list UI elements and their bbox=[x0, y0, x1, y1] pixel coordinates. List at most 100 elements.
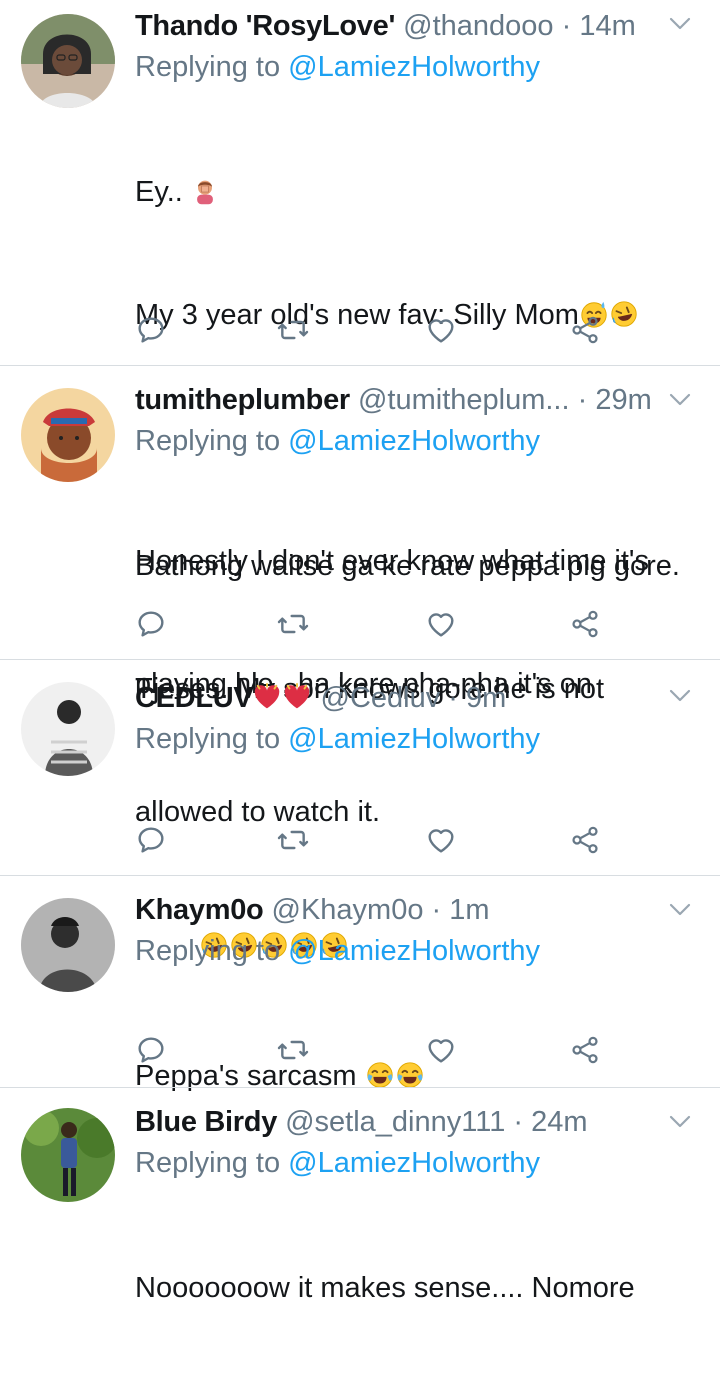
like-icon bbox=[425, 314, 457, 346]
avatar[interactable] bbox=[21, 1108, 115, 1202]
reply-button[interactable] bbox=[135, 1034, 171, 1070]
share-button[interactable] bbox=[569, 608, 605, 644]
retweet-button[interactable] bbox=[277, 608, 313, 644]
tweet-line-text: Ey.. bbox=[135, 176, 183, 208]
tweet[interactable]: tumitheplumber @tumitheplum... · 29m Rep… bbox=[0, 366, 720, 828]
avatar[interactable] bbox=[21, 388, 115, 482]
replying-to: Replying to @LamiezHolworthy bbox=[135, 930, 720, 972]
tweet[interactable]: CEDLUV @Cedluv · 9m Replying to @LamiezH… bbox=[0, 660, 720, 876]
retweet-button[interactable] bbox=[277, 314, 313, 350]
reply-button[interactable] bbox=[135, 314, 171, 350]
replying-label: Replying to bbox=[135, 723, 289, 755]
separator-dot: · bbox=[553, 10, 580, 42]
timestamp[interactable]: 1m bbox=[449, 894, 489, 926]
tweet-line: Nooooooow it makes sense.... Nomore bbox=[135, 1268, 720, 1309]
tweet-header: Thando 'RosyLove' @thandooo · 14m bbox=[135, 6, 655, 46]
display-name[interactable]: Blue Birdy bbox=[135, 1106, 277, 1138]
retweet-icon bbox=[277, 314, 309, 346]
retweet-button[interactable] bbox=[277, 1034, 313, 1070]
chevron-down-icon[interactable] bbox=[668, 1114, 692, 1130]
tweet[interactable]: Thando 'RosyLove' @thandooo · 14m Replyi… bbox=[0, 0, 720, 700]
separator-dot: · bbox=[423, 894, 450, 926]
tweet-actions bbox=[135, 1034, 615, 1070]
display-name[interactable]: Khaym0o bbox=[135, 894, 264, 926]
timestamp[interactable]: 9m bbox=[466, 682, 506, 714]
chevron-down-icon[interactable] bbox=[668, 902, 692, 918]
tweet-actions bbox=[135, 608, 615, 644]
user-handle[interactable]: @tumitheplum... bbox=[358, 384, 570, 416]
reply-icon bbox=[135, 608, 167, 640]
replying-to-link[interactable]: @LamiezHolworthy bbox=[288, 51, 540, 83]
user-handle[interactable]: @Cedluv bbox=[321, 682, 441, 714]
display-name[interactable]: tumitheplumber bbox=[135, 384, 350, 416]
reply-button[interactable] bbox=[135, 824, 171, 860]
tweet-header: Blue Birdy @setla_dinny111 · 24m bbox=[135, 1102, 655, 1142]
like-icon bbox=[425, 608, 457, 640]
display-name[interactable]: Thando 'RosyLove' bbox=[135, 10, 395, 42]
like-button[interactable] bbox=[425, 608, 461, 644]
replying-label: Replying to bbox=[135, 51, 289, 83]
tweet-header: CEDLUV @Cedluv · 9m bbox=[135, 678, 655, 718]
avatar[interactable] bbox=[21, 682, 115, 776]
separator-dot: · bbox=[569, 384, 596, 416]
share-button[interactable] bbox=[569, 1034, 605, 1070]
share-icon bbox=[569, 608, 601, 640]
user-handle[interactable]: @thandooo bbox=[403, 10, 553, 42]
chevron-down-icon[interactable] bbox=[668, 16, 692, 32]
replying-to-link[interactable]: @LamiezHolworthy bbox=[288, 425, 540, 457]
display-name[interactable]: CEDLUV bbox=[135, 682, 253, 714]
avatar[interactable] bbox=[21, 898, 115, 992]
reply-button[interactable] bbox=[135, 608, 171, 644]
retweet-button[interactable] bbox=[277, 824, 313, 860]
avatar[interactable] bbox=[21, 14, 115, 108]
share-button[interactable] bbox=[569, 824, 605, 860]
tweet-header: Khaym0o @Khaym0o · 1m bbox=[135, 890, 655, 930]
replying-to: Replying to @LamiezHolworthy bbox=[135, 718, 720, 760]
share-icon bbox=[569, 314, 601, 346]
tweet-line: Bathong waitse ga ke rate peppa pig gore… bbox=[135, 546, 720, 587]
user-handle[interactable]: @Khaym0o bbox=[272, 894, 424, 926]
heart-emoji bbox=[282, 682, 312, 712]
timestamp[interactable]: 29m bbox=[595, 384, 651, 416]
facepalm-emoji bbox=[191, 178, 219, 206]
tweet[interactable]: Khaym0o @Khaym0o · 1m Replying to @Lamie… bbox=[0, 876, 720, 1092]
like-button[interactable] bbox=[425, 1034, 461, 1070]
avatar-image bbox=[21, 898, 115, 992]
heart-emoji bbox=[252, 682, 282, 712]
retweet-icon bbox=[277, 608, 309, 640]
replying-to-link[interactable]: @LamiezHolworthy bbox=[288, 723, 540, 755]
timestamp[interactable]: 24m bbox=[531, 1106, 587, 1138]
share-icon bbox=[569, 1034, 601, 1066]
like-icon bbox=[425, 1034, 457, 1066]
retweet-icon bbox=[277, 824, 309, 856]
chevron-down-icon[interactable] bbox=[668, 392, 692, 408]
replying-to: Replying to @LamiezHolworthy bbox=[135, 1142, 720, 1184]
tweet[interactable]: Blue Birdy @setla_dinny111 · 24m Replyin… bbox=[0, 1088, 720, 1304]
like-button[interactable] bbox=[425, 824, 461, 860]
replying-to-link[interactable]: @LamiezHolworthy bbox=[288, 935, 540, 967]
replying-label: Replying to bbox=[135, 425, 289, 457]
timestamp[interactable]: 14m bbox=[579, 10, 635, 42]
retweet-icon bbox=[277, 1034, 309, 1066]
replying-to: Replying to @LamiezHolworthy bbox=[135, 46, 720, 88]
user-handle[interactable]: @setla_dinny111 bbox=[285, 1106, 505, 1138]
reply-icon bbox=[135, 314, 167, 346]
tweet-text: Nooooooow it makes sense.... Nomore bbox=[135, 1186, 720, 1391]
replying-to-link[interactable]: @LamiezHolworthy bbox=[288, 1147, 540, 1179]
avatar-image bbox=[21, 388, 115, 482]
like-button[interactable] bbox=[425, 314, 461, 350]
tweet-line-text: Nooooooow it makes sense.... Nomore bbox=[135, 1272, 635, 1304]
avatar-image bbox=[21, 14, 115, 108]
share-icon bbox=[569, 824, 601, 856]
share-button[interactable] bbox=[569, 314, 605, 350]
replying-label: Replying to bbox=[135, 1147, 289, 1179]
like-icon bbox=[425, 824, 457, 856]
tweet-line-text: Bathong waitse ga ke rate peppa pig gore… bbox=[135, 550, 680, 582]
tweet-actions bbox=[135, 314, 615, 350]
tweet-actions bbox=[135, 824, 615, 860]
replying-to: Replying to @LamiezHolworthy bbox=[135, 420, 720, 462]
chevron-down-icon[interactable] bbox=[668, 688, 692, 704]
separator-dot: · bbox=[440, 682, 466, 714]
reply-icon bbox=[135, 824, 167, 856]
replying-label: Replying to bbox=[135, 935, 289, 967]
